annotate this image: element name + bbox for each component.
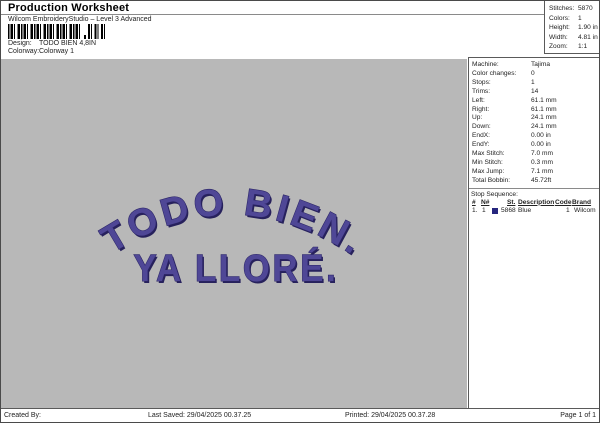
stop-sequence-title: Stop Sequence: bbox=[471, 190, 518, 198]
footer-bar: Created By: Last Saved: 29/04/2025 00.37… bbox=[1, 408, 599, 422]
page-number-label: Page 1 of 1 bbox=[560, 412, 596, 419]
machine-row-colorchanges: Color changes: 0 bbox=[472, 69, 535, 77]
cell-code: 1 bbox=[566, 207, 570, 215]
software-subtitle: Wilcom EmbroideryStudio – Level 3 Advanc… bbox=[8, 16, 152, 23]
stop-sequence-row: 1. 1 5868 Blue 1 Wilcom bbox=[471, 207, 599, 216]
stop-sequence-section: Stop Sequence: # N# St. Description Code… bbox=[469, 189, 599, 216]
cell-brand: Wilcom bbox=[574, 207, 596, 215]
thread-color-swatch bbox=[492, 208, 498, 216]
machine-row-maxjump: Max Jump: 7.1 mm bbox=[472, 167, 553, 175]
machine-row-endy: EndY: 0.00 in bbox=[472, 141, 551, 149]
col-header-brand: Brand bbox=[572, 198, 592, 206]
col-header-description: Description bbox=[518, 198, 555, 206]
barcode-bars-left bbox=[8, 24, 82, 39]
design-line2-text: YA LLORÉ. bbox=[134, 246, 339, 290]
design-name-row: Design: TODO BIEN 4,8IN bbox=[8, 40, 96, 47]
embroidery-design: TODO BIEN. TODO BIEN. YA LLORÉ. YA LLORÉ… bbox=[94, 181, 371, 292]
machine-row-machine: Machine: Tajima bbox=[472, 61, 551, 68]
col-header-num: # bbox=[472, 198, 476, 206]
stop-sequence-header-row: # N# St. Description Code Brand bbox=[471, 199, 599, 208]
summary-stitches: Stitches: 5870 bbox=[549, 5, 593, 12]
col-header-code: Code bbox=[555, 198, 572, 206]
summary-colors: Colors: 1 bbox=[549, 14, 582, 22]
design-summary-box: Stitches: 5870 Colors: 1 Height: 1.90 in Wi… bbox=[544, 1, 599, 54]
design-canvas: TODO BIEN. TODO BIEN. YA LLORÉ. YA LLORÉ… bbox=[1, 59, 467, 408]
machine-row-left: Left: 61.1 mm bbox=[472, 96, 557, 104]
page-title: Production Worksheet bbox=[8, 2, 130, 14]
machine-row-up: Up: 24.1 mm bbox=[472, 114, 557, 122]
printed-label: Printed: 29/04/2025 00.37.28 bbox=[345, 412, 436, 419]
machine-row-minstitch: Min Stitch: 0.3 mm bbox=[472, 158, 553, 166]
machine-row-endx: EndX: 0.00 in bbox=[472, 132, 551, 140]
machine-row-stops: Stops: 1 bbox=[472, 78, 535, 86]
cell-description: Blue bbox=[518, 207, 532, 215]
col-header-n: N# bbox=[481, 198, 490, 206]
summary-width: Width: 4.81 in bbox=[549, 33, 598, 41]
design-label: Design: bbox=[8, 40, 32, 47]
machine-row-maxstitch: Max Stitch: 7.0 mm bbox=[472, 150, 553, 158]
barcode-bars-right bbox=[88, 24, 106, 39]
machine-row-trims: Trims: 14 bbox=[472, 87, 539, 95]
colorway-label: Colorway: bbox=[8, 48, 40, 55]
production-worksheet-page: Production Worksheet Wilcom EmbroiderySt… bbox=[0, 0, 600, 423]
design-value: TODO BIEN 4,8IN bbox=[39, 40, 97, 47]
last-saved-label: Last Saved: 29/04/2025 00.37.25 bbox=[148, 412, 252, 419]
machine-row-totalbobbin: Total Bobbin: 45.72ft bbox=[472, 176, 552, 184]
colorway-value: Colorway 1 bbox=[39, 48, 75, 55]
summary-height: Height: 1.90 in bbox=[549, 24, 598, 32]
title-divider bbox=[1, 14, 544, 15]
machine-stats-list: Machine: Tajima Color changes: 0 Stops: 1 T… bbox=[469, 58, 599, 186]
machine-row-down: Down: 24.1 mm bbox=[472, 123, 557, 131]
summary-zoom: Zoom: 1:1 bbox=[549, 43, 588, 51]
cell-thread-number: 5868 bbox=[501, 207, 516, 215]
barcode-separator bbox=[84, 35, 86, 39]
created-by-label: Created By: bbox=[4, 412, 41, 419]
cell-n: 1 bbox=[482, 207, 486, 215]
cell-num: 1. bbox=[472, 207, 478, 215]
machine-info-panel: Machine: Tajima Color changes: 0 Stops: 1 T… bbox=[468, 57, 599, 408]
col-header-st: St. bbox=[507, 198, 516, 206]
machine-row-right: Right: 61.1 mm bbox=[472, 105, 557, 113]
colorway-row: Colorway:Colorway 1 bbox=[8, 48, 74, 55]
design-barcode bbox=[8, 24, 106, 39]
